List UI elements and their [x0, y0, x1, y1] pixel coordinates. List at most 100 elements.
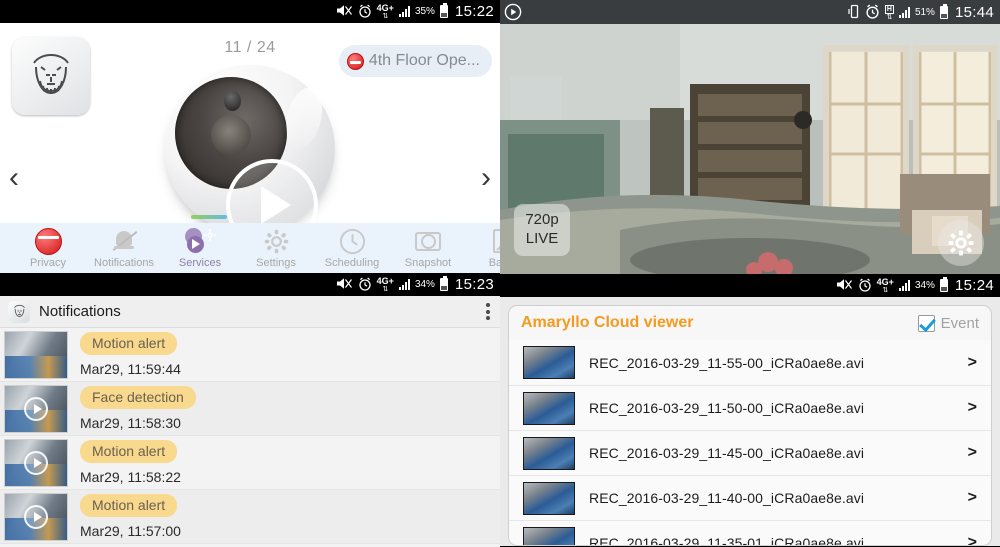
clock-icon — [339, 228, 365, 254]
camera-device-image[interactable] — [165, 65, 335, 252]
battery-icon — [439, 276, 448, 291]
notification-thumbnail[interactable] — [4, 384, 68, 433]
toolbar-item-notifications[interactable]: Notifications — [86, 227, 162, 269]
video-quality-overlay[interactable]: 720p LIVE — [514, 204, 570, 256]
toolbar-item-label: Services — [178, 257, 222, 269]
overflow-menu-icon[interactable] — [486, 303, 490, 320]
battery-percent: 34% — [914, 280, 935, 291]
living-room-scene — [500, 24, 1000, 274]
recording-file-row[interactable]: REC_2016-03-29_11-40-00_iCRa0ae8e.avi > — [509, 475, 991, 520]
toolbar-item-label: Scheduling — [324, 257, 380, 269]
notification-row[interactable]: Face detection Mar29, 11:58:30 — [0, 382, 500, 436]
play-icon[interactable] — [24, 450, 48, 475]
battery-icon — [939, 3, 948, 19]
notification-meta: Face detection Mar29, 11:58:30 — [80, 386, 196, 431]
notification-row[interactable]: Motion alert Mar29, 11:57:00 — [0, 490, 500, 544]
recording-filename: REC_2016-03-29_11-35-01_iCRa0ae8e.avi — [589, 535, 865, 546]
notification-thumbnail[interactable] — [4, 330, 68, 379]
notification-timestamp: Mar29, 11:58:30 — [80, 415, 181, 431]
services-icon — [162, 227, 238, 255]
camera-iris — [211, 115, 251, 156]
chevron-right-icon[interactable]: > — [968, 444, 977, 462]
toolbar-item-privacy[interactable]: Privacy — [10, 227, 86, 269]
gear-icon — [238, 227, 314, 255]
recording-file-row[interactable]: REC_2016-03-29_11-35-01_iCRa0ae8e.avi > — [509, 520, 991, 546]
chevron-right-icon[interactable]: > — [968, 489, 977, 507]
play-triangle-icon — [261, 186, 291, 225]
clock-time: 15:44 — [954, 3, 994, 21]
camera-led-strip — [191, 215, 227, 219]
recording-file-row[interactable]: REC_2016-03-29_11-50-00_iCRa0ae8e.avi > — [509, 385, 991, 430]
background-icon — [466, 227, 500, 255]
notification-badge: Motion alert — [80, 440, 178, 463]
app-logo-small — [8, 300, 30, 323]
toolbar-item-settings[interactable]: Settings — [238, 227, 314, 269]
notification-badge: Motion alert — [80, 494, 178, 517]
notification-timestamp: Mar29, 11:57:00 — [80, 523, 181, 539]
recording-thumbnail — [523, 346, 575, 379]
chevron-right-icon[interactable]: > — [968, 354, 977, 372]
no-entry-icon — [346, 52, 364, 70]
notification-timestamp: Mar29, 11:59:44 — [80, 361, 181, 377]
notification-meta: Motion alert Mar29, 11:58:22 — [80, 440, 181, 485]
clock-time: 15:24 — [954, 277, 994, 294]
notification-row[interactable]: Motion alert Mar29, 11:58:22 — [0, 436, 500, 490]
event-filter-checkbox[interactable]: Event — [917, 314, 979, 332]
notification-timestamp: Mar29, 11:58:22 — [80, 469, 181, 485]
play-icon[interactable] — [24, 396, 48, 421]
cloud-viewer-title: Amaryllo Cloud viewer — [521, 314, 694, 331]
page-title: Notifications — [39, 303, 121, 320]
panel-notifications: 4G+ ⇅ 34% 15:23 Notifications Motion aler… — [0, 273, 500, 547]
device-status-chip[interactable]: 4th Floor Ope... — [338, 45, 492, 77]
toolbar-item-label: Privacy — [29, 257, 67, 269]
network-type-indicator: 4G+ ⇅ — [376, 2, 394, 20]
play-icon[interactable] — [24, 504, 48, 529]
services-icon — [185, 228, 216, 254]
cloud-viewer-card: Amaryllo Cloud viewer Event REC_2016-03-… — [508, 305, 992, 546]
notification-meta: Motion alert Mar29, 11:59:44 — [80, 332, 181, 377]
recording-filename: REC_2016-03-29_11-55-00_iCRa0ae8e.avi — [589, 354, 865, 371]
recording-file-list: REC_2016-03-29_11-55-00_iCRa0ae8e.avi > RE… — [509, 340, 991, 546]
toolbar-item-snapshot[interactable]: Snapshot — [390, 227, 466, 269]
toolbar-item-backg[interactable]: Backg — [466, 227, 500, 269]
toolbar-item-services[interactable]: Services — [162, 227, 238, 269]
recording-thumbnail — [523, 436, 575, 470]
recording-file-row[interactable]: REC_2016-03-29_11-45-00_iCRa0ae8e.avi > — [509, 430, 991, 475]
panel-cloud-viewer: 4G+ ⇅ 34% 15:24 Amaryllo Cloud viewer Eve… — [500, 274, 1000, 547]
toolbar-item-scheduling[interactable]: Scheduling — [314, 227, 390, 269]
notification-meta: Motion alert Mar29, 11:57:00 — [80, 494, 181, 539]
alarm-icon — [858, 277, 872, 294]
screenshot-grid: 4G+ ⇅ 35% 15:22 11 / 24 4th Floor Ope...… — [0, 0, 1000, 547]
chevron-right-icon[interactable]: > — [968, 534, 977, 545]
panel-device-carousel: 4G+ ⇅ 35% 15:22 11 / 24 4th Floor Ope...… — [0, 0, 500, 273]
notification-row[interactable]: Motion alert Mar29, 11:59:44 — [0, 328, 500, 382]
toolbar-item-label: Backg — [488, 257, 500, 269]
checkbox-icon[interactable] — [917, 314, 935, 332]
battery-percent: 35% — [414, 6, 435, 17]
recording-thumbnail — [523, 391, 575, 425]
live-video-feed[interactable]: 720p LIVE — [500, 24, 1000, 274]
camera-icon — [415, 231, 441, 251]
settings-gear-button[interactable] — [938, 220, 984, 266]
alarm-icon — [358, 276, 372, 293]
notification-thumbnail[interactable] — [4, 492, 68, 541]
camera-sensor-dot — [224, 91, 242, 111]
toolbar-item-label: Snapshot — [404, 257, 452, 269]
network-type-indicator: H ⇅ — [884, 4, 894, 21]
chevron-right-icon[interactable]: > — [968, 399, 977, 417]
toolbar-item-label: Notifications — [94, 257, 154, 269]
signal-bars-icon — [898, 6, 910, 18]
toolbar-item-label: Settings — [256, 257, 296, 269]
network-type-indicator: 4G+ ⇅ — [376, 275, 394, 293]
battery-percent: 51% — [914, 6, 935, 18]
carousel-prev-arrow[interactable]: ‹ — [9, 163, 19, 193]
bell-slash-icon — [112, 229, 138, 253]
carousel-next-arrow[interactable]: › — [481, 163, 491, 193]
notification-thumbnail[interactable] — [4, 438, 68, 487]
mute-icon — [336, 4, 353, 19]
recording-file-row[interactable]: REC_2016-03-29_11-55-00_iCRa0ae8e.avi > — [509, 340, 991, 385]
event-filter-label: Event — [940, 314, 979, 332]
status-bar-bottom-right: 4G+ ⇅ 34% 15:24 — [500, 274, 1000, 297]
privacy-no-entry-icon — [10, 227, 86, 255]
clock-icon — [314, 227, 390, 255]
